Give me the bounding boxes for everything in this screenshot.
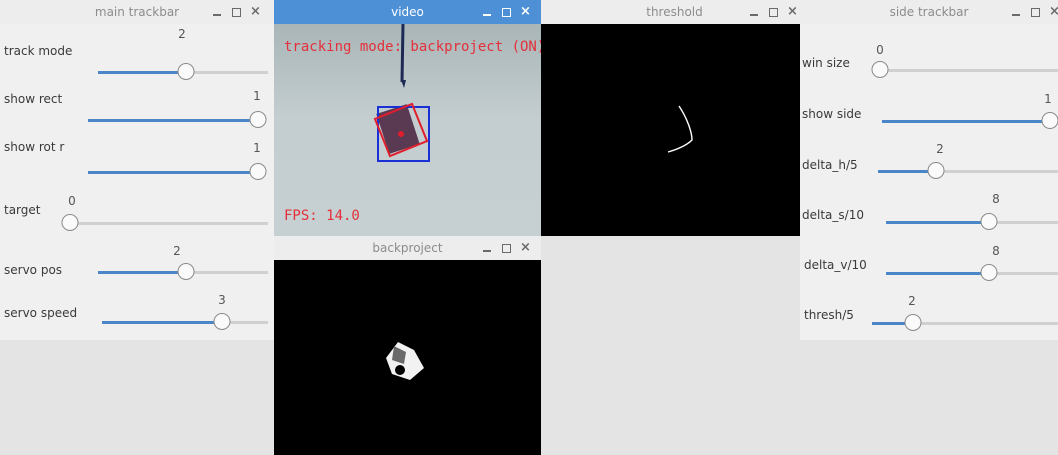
trackbar-value: 0 — [876, 43, 884, 57]
close-icon[interactable]: × — [520, 5, 531, 18]
trackbar-row-thresh: thresh/5 2 — [800, 264, 1058, 331]
trackbar-value: 1 — [253, 89, 261, 103]
trackbar-row-show-rot-r: show rot r 1 — [0, 120, 274, 180]
slider-knob[interactable] — [213, 313, 231, 330]
video-window: video × tracking mode: backproject (ON) … — [274, 0, 541, 236]
minimize-icon[interactable] — [1011, 6, 1021, 18]
video-titlebar[interactable]: video × — [274, 0, 541, 24]
trackbar-label: show side — [802, 107, 862, 121]
video-frame: tracking mode: backproject (ON) FPS: 14.… — [274, 24, 541, 236]
trackbar-value: 0 — [68, 194, 76, 208]
close-icon[interactable]: × — [787, 5, 798, 18]
trackbar-value: 2 — [936, 142, 944, 156]
threshold-mask — [667, 105, 693, 153]
trackbar-row-track-mode: track mode 2 — [0, 24, 274, 80]
threshold-image — [541, 24, 808, 236]
fps-text: FPS: 14.0 — [284, 208, 360, 224]
maximize-icon[interactable] — [501, 242, 511, 254]
maximize-icon[interactable] — [501, 6, 511, 18]
trackbar-row-win-size: win size 0 — [800, 24, 1058, 78]
trackbar-label: show rot r — [4, 140, 65, 154]
centroid-marker — [398, 131, 404, 137]
trackbar-row-delta-s: delta_s/10 8 — [800, 168, 1058, 230]
trackbar-row-servo-pos: servo pos 2 — [0, 216, 274, 280]
close-icon[interactable]: × — [520, 241, 531, 254]
trackbar-value: 2 — [173, 244, 181, 258]
main-trackbar-titlebar[interactable]: main trackbar × — [0, 0, 274, 24]
blob-region — [386, 342, 424, 380]
tracking-mode-text: tracking mode: backproject (ON) — [284, 39, 541, 55]
trackbar-row-delta-v: delta_v/10 8 — [800, 216, 1058, 281]
trackbar-row-target: target 0 — [0, 168, 274, 231]
maximize-icon[interactable] — [231, 6, 241, 18]
slider-fill — [102, 321, 222, 324]
tracking-overlay — [373, 24, 430, 162]
slider-knob[interactable] — [904, 314, 922, 331]
trackbar-row-servo-speed: servo speed 3 — [0, 264, 274, 330]
minimize-icon[interactable] — [482, 242, 492, 254]
backproject-window: backproject × — [274, 236, 541, 455]
trackbar-label: target — [4, 203, 41, 217]
trackbar-value: 1 — [253, 141, 261, 155]
main-trackbar-window: main trackbar × track mode 2 show rect 1… — [0, 0, 274, 340]
threshold-titlebar[interactable]: threshold × — [541, 0, 808, 24]
trackbar-label: track mode — [4, 44, 73, 58]
trackbar-value: 8 — [992, 192, 1000, 206]
minimize-icon[interactable] — [749, 6, 759, 18]
side-trackbar-titlebar[interactable]: side trackbar × — [800, 0, 1058, 24]
trackbar-label: show rect — [4, 92, 63, 106]
trackbar-label: win size — [802, 56, 850, 70]
trackbar-value: 8 — [992, 244, 1000, 258]
trackbar-value: 1 — [1044, 92, 1052, 106]
side-trackbar-window: side trackbar × win size 0 show side 1 d… — [800, 0, 1058, 340]
backproject-mask — [386, 342, 424, 380]
backproject-image — [274, 260, 541, 455]
trackbar-label: servo speed — [4, 306, 78, 320]
maximize-icon[interactable] — [1030, 6, 1040, 18]
threshold-window: threshold × — [541, 0, 808, 236]
minimize-icon[interactable] — [482, 6, 492, 18]
trackbar-value: 2 — [178, 27, 186, 41]
trackbar-row-delta-h: delta_h/5 2 — [800, 120, 1058, 179]
close-icon[interactable]: × — [250, 5, 261, 18]
edge-contour — [667, 105, 693, 153]
maximize-icon[interactable] — [768, 6, 778, 18]
trackbar-label: thresh/5 — [804, 308, 854, 322]
trackbar-row-show-side: show side 1 — [800, 72, 1058, 129]
blob-hole — [395, 365, 405, 375]
trackbar-value: 3 — [218, 293, 226, 307]
trackbar-row-show-rect: show rect 1 — [0, 72, 274, 128]
wire-tip — [401, 80, 406, 88]
close-icon[interactable]: × — [1049, 5, 1058, 18]
minimize-icon[interactable] — [212, 6, 222, 18]
trackbar-value: 2 — [908, 294, 916, 308]
backproject-titlebar[interactable]: backproject × — [274, 236, 541, 260]
